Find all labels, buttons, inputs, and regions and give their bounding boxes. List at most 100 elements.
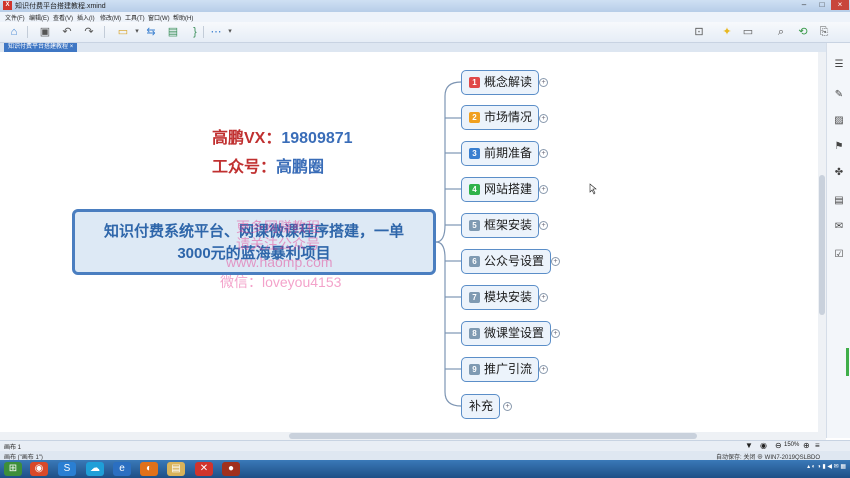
number-1-icon: 1 [469, 77, 480, 88]
expand-icon[interactable]: + [539, 78, 548, 87]
filter-icon[interactable]: ▼ [745, 441, 753, 450]
gzh-annotation: 工众号：高鹏圈 [212, 153, 324, 177]
vx-annotation: 高鹏VX：19809871 [212, 124, 353, 148]
expand-icon[interactable]: + [551, 329, 560, 338]
editor-tab-label: 知识付费平台搭建教程 [8, 44, 69, 50]
branch-topic-8[interactable]: 8 微课堂设置 [461, 321, 552, 346]
ie-icon[interactable]: e [113, 462, 131, 476]
summary-icon[interactable]: } [188, 25, 202, 39]
menu-insert[interactable]: 插入(I) [77, 13, 95, 22]
branch-topic-3[interactable]: 3 前期准备 [461, 141, 540, 166]
close-tab-icon[interactable]: × [70, 44, 74, 50]
expand-icon[interactable]: + [539, 185, 548, 194]
status-bar: 画布 ("画布 1") 自动保存: 关闭 ⊕ WIN7-2019QSLBDO [0, 451, 850, 461]
branch-topic-6[interactable]: 6 公众号设置 [461, 249, 552, 274]
clipart-icon[interactable]: ✤ [833, 167, 845, 179]
share-icon[interactable]: ⟲ [796, 25, 810, 39]
watermark-line3: www.haomp.com [226, 254, 333, 270]
chevron-down-icon[interactable]: ▾ [223, 25, 237, 39]
zoom-in-icon[interactable]: ⊕ [803, 441, 810, 450]
expand-icon[interactable]: + [539, 293, 548, 302]
fit-icon[interactable]: ≡ [815, 441, 820, 450]
notes-icon[interactable]: ▤ [833, 195, 845, 207]
undo-icon[interactable]: ↶ [60, 25, 74, 39]
cloud-icon[interactable]: ☁ [86, 462, 104, 476]
branch-topic-5[interactable]: 5 框架安装 [461, 213, 540, 238]
number-3-icon: 3 [469, 148, 480, 159]
presentation-icon[interactable]: ▭ [741, 25, 755, 39]
expand-icon[interactable]: + [539, 221, 548, 230]
editor-tab[interactable]: 知识付费平台搭建教程 × [4, 43, 78, 52]
expand-icon[interactable]: + [503, 402, 512, 411]
sogou-icon[interactable]: S [58, 462, 76, 476]
expand-icon[interactable]: + [539, 114, 548, 123]
branch-topic-supplement[interactable]: 补充 [461, 394, 501, 419]
zoom-out-icon[interactable]: ⊖ [775, 441, 782, 450]
zoom-level: 150% [784, 442, 800, 448]
number-6-icon: 6 [469, 256, 480, 267]
idea-bulb-icon[interactable]: ✦ [720, 25, 734, 39]
browser-icon[interactable]: ◉ [30, 462, 48, 476]
marker-icon[interactable]: ⊡ [692, 25, 706, 39]
menu-file[interactable]: 文件(F) [5, 13, 25, 22]
start-icon[interactable]: ⊞ [4, 462, 22, 476]
search-icon[interactable]: ⌕ [774, 25, 788, 39]
redo-icon[interactable]: ↷ [82, 25, 96, 39]
menu-edit[interactable]: 编辑(E) [29, 13, 49, 22]
number-8-icon: 8 [469, 328, 480, 339]
app-taskbar-icon[interactable]: ● [222, 462, 240, 476]
firefox-icon[interactable]: ◐ [140, 462, 158, 476]
branch-topic-4[interactable]: 4 网站搭建 [461, 177, 540, 202]
branch-topic-9[interactable]: 9 推广引流 [461, 357, 540, 382]
window-title: 知识付费平台搭建教程.xmind [15, 3, 106, 10]
format-brush-icon[interactable]: ✎ [833, 89, 845, 101]
watermark-line2: 请关注公众号 [236, 236, 320, 252]
gzh-name: 高鹏圈 [276, 159, 325, 176]
eye-icon[interactable]: ◉ [760, 441, 767, 450]
comments-icon[interactable]: ✉ [833, 221, 845, 233]
task-info-icon[interactable]: ☑ [833, 249, 845, 261]
xmind-taskbar-icon[interactable]: ✕ [195, 462, 213, 476]
close-window-button[interactable]: × [831, 0, 849, 10]
branch-label: 微课堂设置 [484, 326, 545, 340]
menu-help[interactable]: 帮助(H) [173, 13, 193, 22]
toolbar: ⌂ ▣ ↶ ↷ ▭ ▾ ⇆ ▤ } ⋯ ▾ ⊡ ✦ ▭ ⌕ ⟲ ⎘ [0, 22, 850, 43]
boundary-icon[interactable]: ▤ [166, 25, 180, 39]
number-4-icon: 4 [469, 184, 480, 195]
toolbar-divider [27, 26, 28, 38]
branch-label: 推广引流 [484, 362, 533, 376]
menu-tools[interactable]: 工具(T) [125, 13, 145, 22]
chevron-down-icon[interactable]: ▾ [130, 25, 144, 39]
sheet-tab[interactable]: 画布 1 [4, 442, 21, 451]
menu-window[interactable]: 窗口(W) [148, 13, 170, 22]
menu-modify[interactable]: 修改(M) [100, 13, 121, 22]
expand-icon[interactable]: + [539, 365, 548, 374]
sheet-tab-bar: 画布 1 ▼ ◉ ⊖ 150% ⊕ ≡ [0, 440, 850, 451]
folder-icon[interactable]: ▤ [167, 462, 185, 476]
menu-view[interactable]: 查看(V) [53, 13, 73, 22]
expand-icon[interactable]: + [539, 149, 548, 158]
horizontal-scroll-thumb[interactable] [289, 433, 697, 439]
number-2-icon: 2 [469, 112, 480, 123]
minimize-button[interactable]: – [795, 0, 813, 10]
number-9-icon: 9 [469, 364, 480, 375]
expand-icon[interactable]: + [551, 257, 560, 266]
flag-marker-icon[interactable]: ⚑ [833, 141, 845, 153]
branch-label: 模块安装 [484, 290, 533, 304]
vertical-scroll-thumb[interactable] [819, 175, 825, 315]
branch-topic-1[interactable]: 1 概念解读 [461, 70, 540, 95]
home-icon[interactable]: ⌂ [7, 25, 21, 39]
branch-topic-7[interactable]: 7 模块安装 [461, 285, 540, 310]
branch-topic-2[interactable]: 2 市场情况 [461, 105, 540, 130]
relationship-icon[interactable]: ⇆ [144, 25, 158, 39]
save-icon[interactable]: ▣ [38, 25, 52, 39]
topic-icon[interactable]: ▭ [116, 25, 130, 39]
image-icon[interactable]: ▨ [833, 115, 845, 127]
export-icon[interactable]: ⎘ [817, 25, 831, 39]
outline-icon[interactable]: ☰ [833, 59, 845, 71]
side-panel: ☰ ✎ ▨ ⚑ ✤ ▤ ✉ ☑ [826, 43, 850, 438]
more-icon[interactable]: ⋯ [209, 25, 223, 39]
maximize-button[interactable]: □ [813, 0, 831, 10]
branch-label: 概念解读 [484, 75, 533, 89]
branch-label: 公众号设置 [484, 254, 545, 268]
